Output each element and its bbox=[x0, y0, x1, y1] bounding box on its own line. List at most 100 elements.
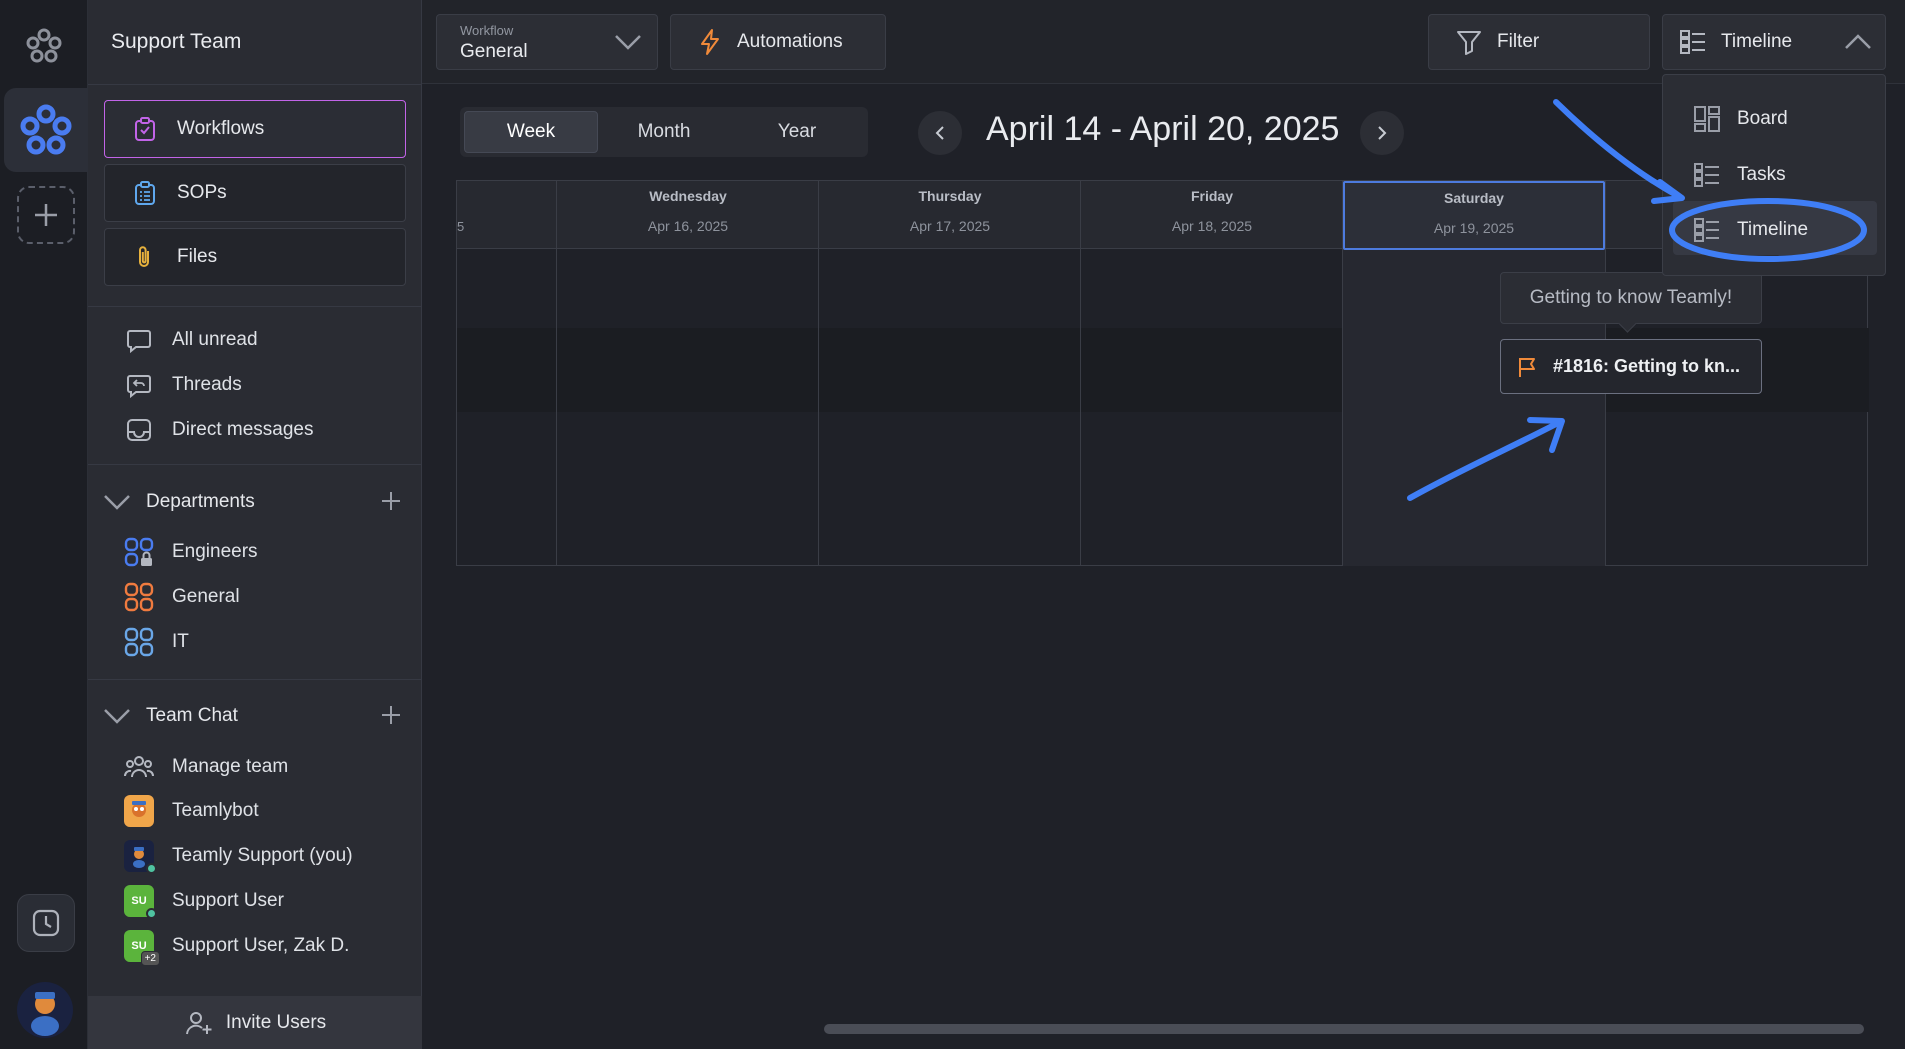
inbox-direct-messages[interactable]: Direct messages bbox=[124, 414, 314, 446]
flag-icon bbox=[1519, 357, 1535, 377]
divider bbox=[88, 464, 422, 465]
chat-item-label: Teamly Support (you) bbox=[172, 845, 353, 866]
nav-files[interactable]: Files bbox=[104, 228, 406, 286]
view-option-tasks[interactable]: Tasks bbox=[1693, 158, 1786, 192]
inbox-all-unread[interactable]: All unread bbox=[124, 324, 258, 356]
day-date: Apr 17, 2025 bbox=[909, 218, 991, 234]
grid-line bbox=[1080, 180, 1081, 566]
prev-period-button[interactable] bbox=[918, 111, 962, 155]
team-chat-header[interactable]: Team Chat bbox=[102, 700, 408, 732]
add-workspace-button[interactable] bbox=[17, 186, 75, 244]
view-option-label: Board bbox=[1737, 108, 1788, 129]
view-options-menu: Board Tasks Timeline bbox=[1662, 74, 1886, 276]
chat-item-label: Support User bbox=[172, 890, 284, 911]
department-item-it[interactable]: IT bbox=[124, 626, 189, 658]
workflow-select-label: Workflow bbox=[460, 23, 514, 38]
next-period-button[interactable] bbox=[1360, 111, 1404, 155]
app-rail bbox=[0, 0, 88, 1049]
workspace-switcher-active[interactable] bbox=[4, 88, 88, 172]
department-item-label: General bbox=[172, 586, 240, 607]
inbox-threads-label: Threads bbox=[172, 374, 242, 395]
grid-line bbox=[1342, 180, 1343, 566]
workflow-select[interactable]: Workflow General bbox=[436, 14, 658, 70]
user-avatar[interactable] bbox=[17, 982, 73, 1038]
automations-button[interactable]: Automations bbox=[670, 14, 886, 70]
chevron-down-icon bbox=[102, 700, 136, 732]
member-count-badge: +2 bbox=[140, 951, 160, 966]
day-date-partial: 5 bbox=[457, 219, 465, 234]
online-status-dot bbox=[146, 863, 157, 874]
inbox-threads[interactable]: Threads bbox=[124, 369, 242, 401]
department-item-general[interactable]: General bbox=[124, 581, 240, 613]
group-avatar: SU +2 bbox=[124, 930, 160, 966]
nav-workflows[interactable]: Workflows bbox=[104, 100, 406, 158]
teamlybot-avatar bbox=[124, 795, 154, 827]
add-chat-icon[interactable] bbox=[380, 704, 402, 726]
divider bbox=[88, 84, 422, 85]
day-header-saturday[interactable]: Saturday Apr 19, 2025 bbox=[1343, 181, 1605, 250]
tab-week[interactable]: Week bbox=[464, 111, 598, 153]
divider bbox=[88, 306, 422, 307]
chevron-down-icon bbox=[102, 486, 136, 518]
tab-month[interactable]: Month bbox=[597, 111, 731, 153]
day-name: Friday bbox=[1190, 188, 1233, 204]
chat-item-group[interactable]: SU +2 Support User, Zak D. bbox=[124, 930, 350, 966]
department-item-engineers[interactable]: Engineers bbox=[124, 536, 258, 568]
lightning-icon bbox=[699, 28, 721, 56]
departments-header[interactable]: Departments bbox=[102, 486, 408, 518]
event-label: #1816: Getting to kn... bbox=[1553, 356, 1741, 376]
chevron-down-icon bbox=[613, 33, 643, 51]
view-option-timeline[interactable]: Timeline bbox=[1693, 213, 1808, 247]
team-chat-title: Team Chat bbox=[146, 705, 238, 726]
inbox-all-unread-label: All unread bbox=[172, 329, 258, 350]
nav-files-label: Files bbox=[177, 246, 218, 267]
day-date: Apr 18, 2025 bbox=[1171, 218, 1253, 234]
manage-team-label: Manage team bbox=[172, 756, 289, 777]
timeline-icon bbox=[1679, 28, 1707, 56]
timeline-icon bbox=[1694, 218, 1719, 242]
inbox-direct-messages-label: Direct messages bbox=[172, 419, 314, 440]
funnel-icon bbox=[1455, 28, 1483, 56]
department-grid-icon bbox=[124, 627, 154, 657]
day-header-thursday[interactable]: Thursday Apr 17, 2025 bbox=[819, 181, 1081, 250]
day-header-wednesday[interactable]: Wednesday Apr 16, 2025 bbox=[557, 181, 819, 250]
chat-item-teamly-support[interactable]: Teamly Support (you) bbox=[124, 840, 353, 874]
period-tabs: Week Month Year bbox=[460, 107, 868, 157]
add-user-icon bbox=[185, 1011, 212, 1034]
timeline-event-card[interactable]: #1816: Getting to kn... bbox=[1500, 339, 1762, 394]
day-header-friday[interactable]: Friday Apr 18, 2025 bbox=[1081, 181, 1343, 250]
team-title: Support Team bbox=[111, 30, 242, 53]
people-group-icon bbox=[124, 752, 154, 782]
department-item-label: IT bbox=[172, 631, 189, 652]
filter-button[interactable]: Filter bbox=[1428, 14, 1650, 70]
chat-item-label: Support User, Zak D. bbox=[172, 935, 350, 956]
chevron-right-icon bbox=[1378, 126, 1387, 140]
department-item-label: Engineers bbox=[172, 541, 258, 562]
chat-bubble-icon bbox=[124, 325, 154, 355]
nav-sops[interactable]: SOPs bbox=[104, 164, 406, 222]
view-switcher-button[interactable]: Timeline bbox=[1662, 14, 1886, 70]
clock-icon bbox=[32, 909, 60, 937]
chat-item-teamlybot[interactable]: Teamlybot bbox=[124, 795, 259, 827]
paperclip-icon bbox=[131, 243, 159, 271]
online-status-dot bbox=[146, 908, 157, 919]
view-switcher-label: Timeline bbox=[1721, 31, 1793, 52]
department-grid-icon bbox=[124, 582, 154, 612]
clipboard-check-icon bbox=[131, 115, 159, 143]
reply-thread-icon bbox=[124, 370, 154, 400]
chat-item-support-user[interactable]: SU Support User bbox=[124, 885, 284, 919]
history-button[interactable] bbox=[17, 894, 75, 952]
tab-year[interactable]: Year bbox=[730, 111, 864, 153]
view-option-label: Tasks bbox=[1737, 164, 1786, 185]
invite-users-button[interactable]: Invite Users bbox=[88, 996, 422, 1049]
view-option-board[interactable]: Board bbox=[1693, 102, 1788, 136]
nav-workflows-label: Workflows bbox=[177, 118, 265, 139]
plus-icon bbox=[35, 204, 57, 226]
add-department-icon[interactable] bbox=[380, 490, 402, 512]
day-name: Saturday bbox=[1444, 190, 1504, 206]
manage-team-item[interactable]: Manage team bbox=[124, 751, 288, 783]
horizontal-scrollbar[interactable] bbox=[824, 1024, 1864, 1034]
app-logo-icon[interactable] bbox=[24, 26, 64, 66]
workflow-select-value: General bbox=[460, 41, 528, 62]
event-tooltip: Getting to know Teamly! bbox=[1500, 272, 1762, 324]
